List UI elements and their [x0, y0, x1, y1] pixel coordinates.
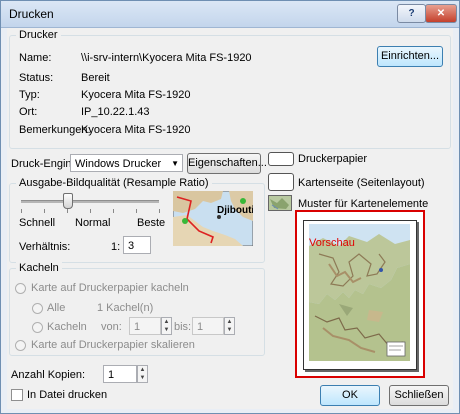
resample-map-thumbnail: Djibouti — [173, 191, 253, 246]
slider-tick — [113, 209, 114, 213]
to-input[interactable]: 1 — [192, 317, 224, 335]
scale-option-label: Karte auf Druckerpapier skalieren — [31, 339, 195, 351]
chevron-down-icon: ▼ — [171, 159, 179, 168]
quality-group-title: Ausgabe-Bildqualität (Resample Ratio) — [16, 177, 212, 189]
status-value: Bereit — [81, 72, 110, 84]
print-to-file-checkbox[interactable] — [11, 389, 23, 401]
slider-tick — [44, 209, 45, 213]
tiling-group-title: Kacheln — [16, 262, 62, 274]
dialog-body: Drucker Name: \\i-srv-intern\Kyocera Mit… — [7, 28, 453, 409]
type-value: Kyocera Mita FS-1920 — [81, 89, 191, 101]
tile-count: 1 Kachel(n) — [97, 302, 154, 314]
to-label: bis: — [174, 321, 192, 333]
help-button[interactable]: ? — [397, 4, 426, 23]
window-title: Drucken — [9, 7, 54, 21]
status-label: Status: — [19, 72, 54, 84]
print-dialog: Drucken ? ✕ Drucker Name: \\i-srv-intern… — [0, 0, 460, 414]
printer-name-value: \\i-srv-intern\Kyocera Mita FS-1920 — [81, 52, 252, 64]
printer-group-title: Drucker — [16, 29, 61, 41]
quality-slider-thumb[interactable] — [62, 193, 73, 209]
page-layout-swatch — [268, 173, 294, 191]
ratio-prefix: 1: — [111, 241, 121, 253]
quality-best-label: Beste — [137, 217, 166, 229]
slider-tick — [21, 209, 22, 213]
ok-button[interactable]: OK — [320, 385, 380, 406]
ratio-input[interactable]: 3 — [123, 236, 151, 254]
quality-slider-track[interactable] — [21, 200, 159, 203]
type-label: Typ: — [19, 89, 40, 101]
scale-option-radio[interactable] — [15, 340, 26, 351]
tile-range-radio[interactable] — [32, 322, 43, 333]
ratio-label: Verhältnis: — [19, 241, 71, 253]
slider-tick — [67, 209, 68, 213]
printer-paper-legend: Druckerpapier — [298, 153, 368, 165]
engine-select-value: Windows Drucker — [75, 158, 162, 170]
from-input[interactable]: 1 — [129, 317, 161, 335]
comments-label: Bemerkungen: — [19, 124, 91, 136]
engine-select[interactable]: Windows Drucker ▼ — [70, 154, 183, 172]
engine-properties-button[interactable]: Eigenschaften... — [187, 153, 267, 174]
slider-tick — [136, 209, 137, 213]
copies-spinner[interactable]: ▲ ▼ — [137, 365, 148, 383]
all-tiles-label: Alle — [47, 302, 66, 314]
slider-tick — [159, 209, 160, 213]
quality-fast-label: Schnell — [19, 217, 56, 229]
copies-label: Anzahl Kopien: — [11, 369, 85, 381]
tile-option-label: Karte auf Druckerpapier kacheln — [31, 282, 189, 294]
print-to-file-label: In Datei drucken — [27, 389, 108, 401]
preview-label: Vorschau — [309, 237, 355, 249]
page-layout-legend: Kartenseite (Seitenlayout) — [298, 177, 425, 189]
location-label: Ort: — [19, 106, 38, 118]
map-pattern-swatch — [268, 195, 292, 211]
close-button[interactable]: Schließen — [389, 385, 449, 406]
copies-input[interactable]: 1 — [103, 365, 137, 383]
comments-value: Kyocera Mita FS-1920 — [81, 124, 191, 136]
close-window-button[interactable]: ✕ — [425, 4, 457, 23]
map-pattern-legend: Muster für Kartenelemente — [298, 198, 429, 210]
printer-name-label: Name: — [19, 52, 52, 64]
location-value: IP_10.22.1.43 — [81, 106, 150, 118]
from-label: von: — [101, 321, 122, 333]
slider-tick — [90, 209, 91, 213]
all-tiles-radio[interactable] — [32, 303, 43, 314]
map-thumbnail-label: Djibouti — [217, 205, 253, 216]
from-spinner[interactable]: ▲ ▼ — [161, 317, 172, 335]
printer-paper-swatch — [268, 152, 294, 166]
tile-option-radio[interactable] — [15, 283, 26, 294]
quality-normal-label: Normal — [75, 217, 111, 229]
tile-range-label: Kacheln — [47, 321, 87, 333]
to-spinner[interactable]: ▲ ▼ — [224, 317, 235, 335]
title-bar: Drucken ? ✕ — [1, 1, 459, 28]
printer-setup-button[interactable]: Einrichten... — [377, 46, 443, 67]
